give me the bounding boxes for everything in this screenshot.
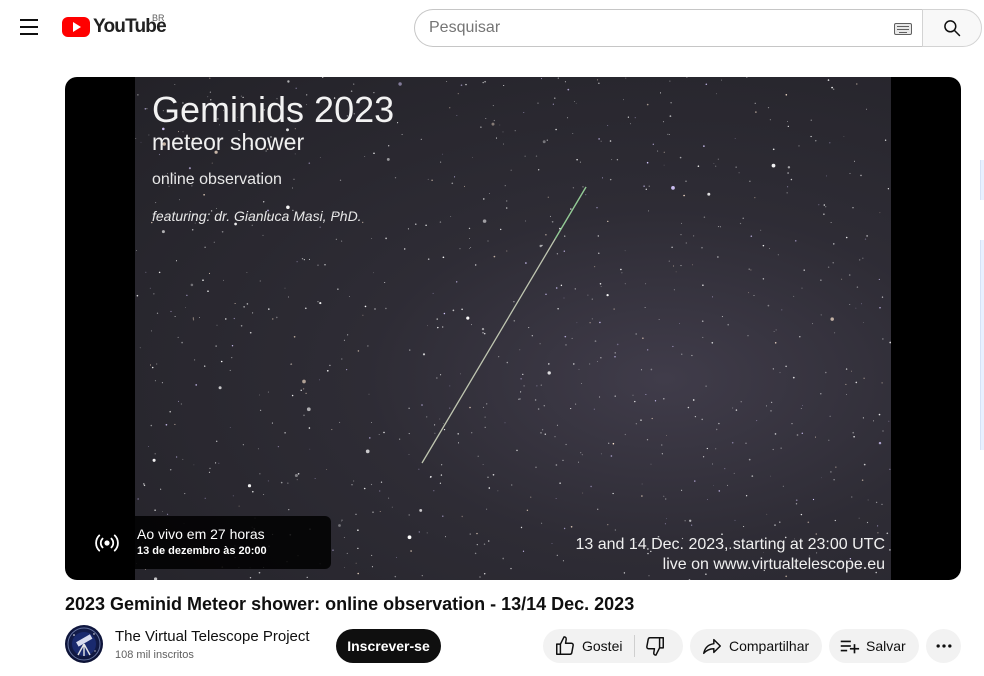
masthead: YouTube BR [0,0,984,56]
keyboard-icon[interactable] [894,23,912,35]
share-label: Compartilhar [729,638,810,654]
search-input[interactable] [429,10,889,46]
thumbnail-featuring: featuring: dr. Gianluca Masi, PhD. [152,208,362,224]
edge-panel-strip [980,160,984,200]
video-player[interactable]: Geminids 2023 meteor shower online obser… [65,77,961,580]
hamburger-menu-icon[interactable] [14,12,44,42]
playlist-add-icon [840,640,860,654]
live-broadcast-icon [95,534,119,552]
edge-panel-strip [980,240,984,450]
thumbs-up-icon [556,636,574,655]
live-schedule-text: 13 de dezembro às 20:00 [137,545,267,557]
live-countdown-badge: Ao vivo em 27 horas 13 de dezembro às 20… [75,516,331,569]
subscribe-button[interactable]: Inscrever-se [336,629,441,663]
subscriber-count: 108 mil inscritos [115,649,194,661]
youtube-play-icon [62,17,90,37]
channel-avatar[interactable] [65,625,103,663]
save-button[interactable]: Salvar [829,629,919,663]
thumbnail-line1: online observation [152,171,282,188]
like-button[interactable]: Gostei [543,629,634,663]
search-button[interactable] [922,9,982,47]
more-horizontal-icon [936,644,951,648]
telescope-logo-icon [67,627,101,661]
search-icon [944,20,961,37]
like-label: Gostei [582,638,623,654]
share-button[interactable]: Compartilhar [690,629,822,663]
dislike-button[interactable] [635,629,683,663]
thumbnail-subtitle: meteor shower [152,129,305,155]
share-arrow-icon [703,638,721,655]
channel-name[interactable]: The Virtual Telescope Project [115,628,310,645]
more-actions-button[interactable] [926,629,961,663]
thumbnail-dates: 13 and 14 Dec. 2023, starting at 23:00 U… [575,536,885,553]
thumbnail-url: live on www.virtualtelescope.eu [662,556,885,573]
thumbs-down-icon [646,637,664,656]
country-code: BR [152,13,165,23]
save-label: Salvar [866,638,906,654]
video-thumbnail[interactable]: Geminids 2023 meteor shower online obser… [135,77,891,580]
video-title: 2023 Geminid Meteor shower: online obser… [65,594,635,614]
search-box [414,9,922,47]
thumbnail-title: Geminids 2023 [152,89,395,130]
live-countdown-text: Ao vivo em 27 horas [137,526,265,542]
youtube-logo[interactable]: YouTube [62,14,167,40]
like-dislike-group: Gostei [543,629,683,663]
